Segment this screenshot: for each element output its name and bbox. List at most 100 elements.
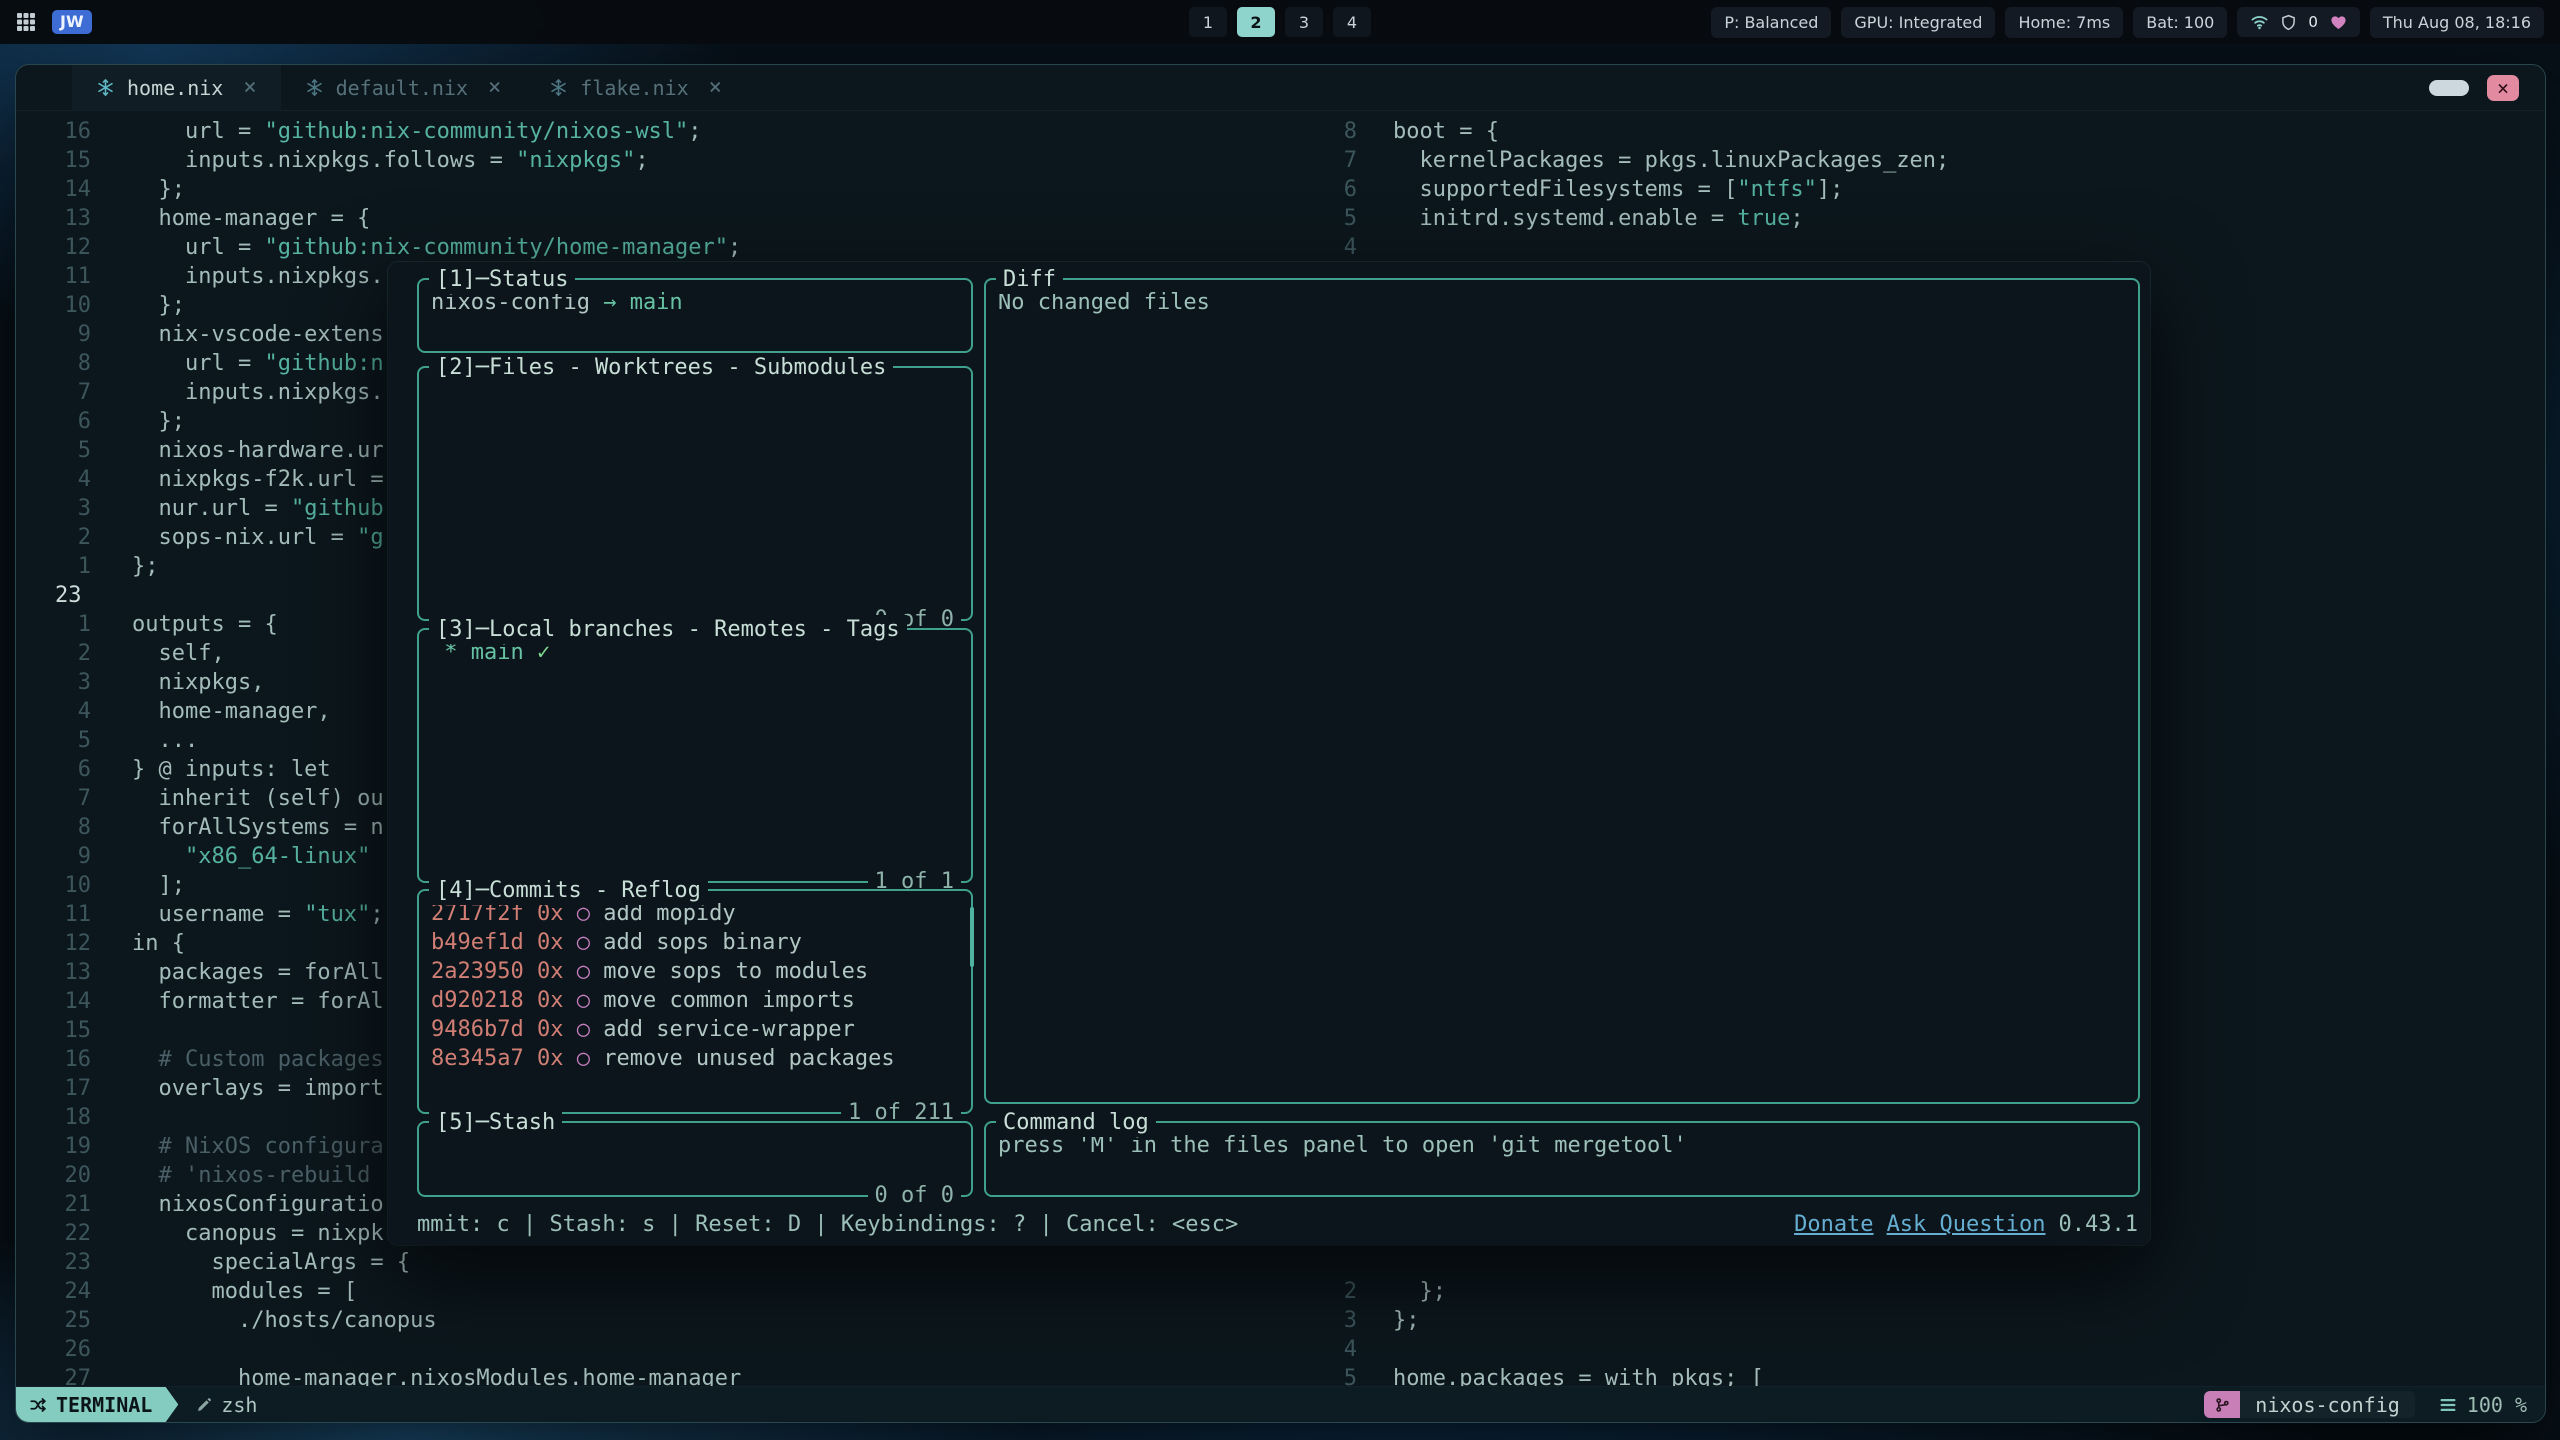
code-line: 25 ./hosts/canopus bbox=[16, 1306, 1318, 1335]
line-number: 6 bbox=[16, 755, 132, 784]
branches-panel-title: [3]─Local branches - Remotes - Tags bbox=[429, 615, 907, 644]
lazygit-command-log-panel: Command log press 'M' in the files panel… bbox=[984, 1121, 2140, 1197]
line-number: 24 bbox=[16, 1277, 132, 1306]
commit-row[interactable]: b49ef1d 0x ○ add sops binary bbox=[431, 928, 959, 957]
line-number: 11 bbox=[16, 262, 132, 291]
code-line: 24 modules = [ bbox=[16, 1277, 1318, 1306]
commits-panel-title: [4]─Commits - Reflog bbox=[429, 876, 708, 905]
line-number: 19 bbox=[16, 1132, 132, 1161]
line-number: 5 bbox=[16, 436, 132, 465]
line-number: 4 bbox=[16, 697, 132, 726]
commit-row[interactable]: d920218 0x ○ move common imports bbox=[431, 986, 959, 1015]
tab-close-icon[interactable]: × bbox=[488, 75, 501, 100]
commit-row[interactable]: 2a23950 0x ○ move sops to modules bbox=[431, 957, 959, 986]
line-number: 14 bbox=[16, 175, 132, 204]
line-number: 16 bbox=[16, 117, 132, 146]
line-number: 16 bbox=[16, 1045, 132, 1074]
tab-close-icon[interactable]: × bbox=[243, 75, 256, 100]
battery-pill[interactable]: Bat: 100 bbox=[2133, 7, 2227, 38]
user-badge[interactable]: JW bbox=[52, 10, 92, 34]
tab-label: flake.nix bbox=[580, 76, 688, 100]
lazygit-version: 0.43.1 bbox=[2059, 1210, 2138, 1239]
lazygit-branches-panel[interactable]: [3]─Local branches - Remotes - Tags * ma… bbox=[417, 628, 973, 883]
line-number: 13 bbox=[16, 958, 132, 987]
code-line: 5 initrd.systemd.enable = true; bbox=[1318, 204, 2545, 233]
accent-heart-icon bbox=[2330, 14, 2347, 30]
apps-grid-icon[interactable] bbox=[16, 12, 36, 32]
buffer-tab-bar: home.nix× default.nix × flake.nix × × bbox=[16, 65, 2545, 111]
scroll-percent: 100 % bbox=[2467, 1393, 2527, 1417]
list-icon bbox=[2439, 1397, 2457, 1413]
workspace-button-2[interactable]: 2 bbox=[1237, 7, 1275, 37]
terminal-mode-badge: TERMINAL bbox=[16, 1387, 178, 1423]
code-line: 6 supportedFilesystems = ["ntfs"]; bbox=[1318, 175, 2545, 204]
line-number: 17 bbox=[16, 1074, 132, 1103]
line-number: 27 bbox=[16, 1364, 132, 1386]
ask-question-link[interactable]: Ask Question bbox=[1887, 1210, 2046, 1239]
session-name[interactable]: nixos-config bbox=[2240, 1391, 2415, 1418]
line-number: 8 bbox=[16, 813, 132, 842]
workspace-switcher: 1234 bbox=[1189, 7, 1371, 37]
shell-label: zsh bbox=[221, 1393, 257, 1417]
line-number: 13 bbox=[16, 204, 132, 233]
donate-link[interactable]: Donate bbox=[1794, 1210, 1873, 1239]
tab-label: default.nix bbox=[336, 76, 468, 100]
tab-flake.nix[interactable]: flake.nix × bbox=[525, 65, 746, 110]
line-number: 2 bbox=[16, 523, 132, 552]
wifi-icon bbox=[2250, 14, 2269, 30]
commit-row[interactable]: 8e345a7 0x ○ remove unused packages bbox=[431, 1044, 959, 1073]
lazygit-footer-links: Donate Ask Question 0.43.1 bbox=[1794, 1210, 2138, 1239]
code-line: 16 url = "github:nix-community/nixos-wsl… bbox=[16, 117, 1318, 146]
code-line: 14 }; bbox=[16, 175, 1318, 204]
line-number: 1 bbox=[16, 610, 132, 639]
line-number: 11 bbox=[16, 900, 132, 929]
shield-icon bbox=[2281, 14, 2296, 31]
line-number: 2 bbox=[16, 639, 132, 668]
ping-pill[interactable]: Home: 7ms bbox=[2005, 7, 2123, 38]
code-line: 8boot = { bbox=[1318, 117, 2545, 146]
code-line: 15 inputs.nixpkgs.follows = "nixpkgs"; bbox=[16, 146, 1318, 175]
lazygit-files-panel[interactable]: [2]─Files - Worktrees - Submodules 0 of … bbox=[417, 366, 973, 621]
workspace-button-3[interactable]: 3 bbox=[1285, 7, 1323, 37]
line-number: 8 bbox=[1318, 117, 1393, 146]
code-line: 3}; bbox=[1318, 1306, 2545, 1335]
status-panel-title: [1]─Status bbox=[429, 265, 575, 294]
line-number: 5 bbox=[1318, 204, 1393, 233]
lazygit-diff-panel[interactable]: Diff No changed files bbox=[984, 278, 2140, 1104]
line-number: 23 bbox=[16, 1248, 132, 1277]
line-number: 3 bbox=[1318, 1306, 1393, 1335]
line-number: 12 bbox=[16, 929, 132, 958]
line-number: 4 bbox=[1318, 1335, 1393, 1364]
tab-default.nix[interactable]: default.nix × bbox=[281, 65, 526, 110]
workspace-button-1[interactable]: 1 bbox=[1189, 7, 1227, 37]
clock-pill[interactable]: Thu Aug 08, 18:16 bbox=[2370, 7, 2544, 38]
power-profile-pill[interactable]: P: Balanced bbox=[1711, 7, 1831, 38]
line-number: 3 bbox=[16, 668, 132, 697]
lazygit-commits-panel[interactable]: [4]─Commits - Reflog 2717f2f 0x ○ add mo… bbox=[417, 889, 973, 1114]
window-close-button[interactable]: × bbox=[2487, 75, 2519, 101]
window-pin-toggle[interactable] bbox=[2429, 80, 2469, 96]
tab-close-icon[interactable]: × bbox=[709, 75, 722, 100]
lazygit-status-panel[interactable]: [1]─Status nixos-config → main bbox=[417, 278, 973, 353]
shell-tab[interactable]: zsh bbox=[178, 1387, 275, 1423]
lazygit-keybindings: mmit: c | Stash: s | Reset: D | Keybindi… bbox=[417, 1210, 1238, 1239]
diff-content: No changed files bbox=[986, 280, 2138, 325]
mode-label: TERMINAL bbox=[56, 1393, 152, 1417]
code-line: 23 specialArgs = { bbox=[16, 1248, 1318, 1277]
system-tray[interactable]: 0 bbox=[2237, 7, 2360, 37]
lazygit-stash-panel[interactable]: [5]─Stash 0 of 0 bbox=[417, 1121, 973, 1197]
line-number: 1 bbox=[16, 552, 132, 581]
line-number: 22 bbox=[16, 1219, 132, 1248]
gpu-pill[interactable]: GPU: Integrated bbox=[1841, 7, 1995, 38]
line-number: 14 bbox=[16, 987, 132, 1016]
commit-row[interactable]: 9486b7d 0x ○ add service-wrapper bbox=[431, 1015, 959, 1044]
pencil-icon bbox=[196, 1397, 212, 1413]
terminal-window: home.nix× default.nix × flake.nix × × 16 url… bbox=[15, 64, 2546, 1423]
line-number: 5 bbox=[1318, 1364, 1393, 1386]
terminal-status-bar: TERMINAL zsh nixos-config bbox=[16, 1386, 2545, 1422]
workspace-button-4[interactable]: 4 bbox=[1333, 7, 1371, 37]
commits-scrollbar[interactable] bbox=[970, 907, 974, 967]
line-number: 10 bbox=[16, 291, 132, 320]
tab-home.nix[interactable]: home.nix× bbox=[72, 65, 281, 110]
line-number: 10 bbox=[16, 871, 132, 900]
